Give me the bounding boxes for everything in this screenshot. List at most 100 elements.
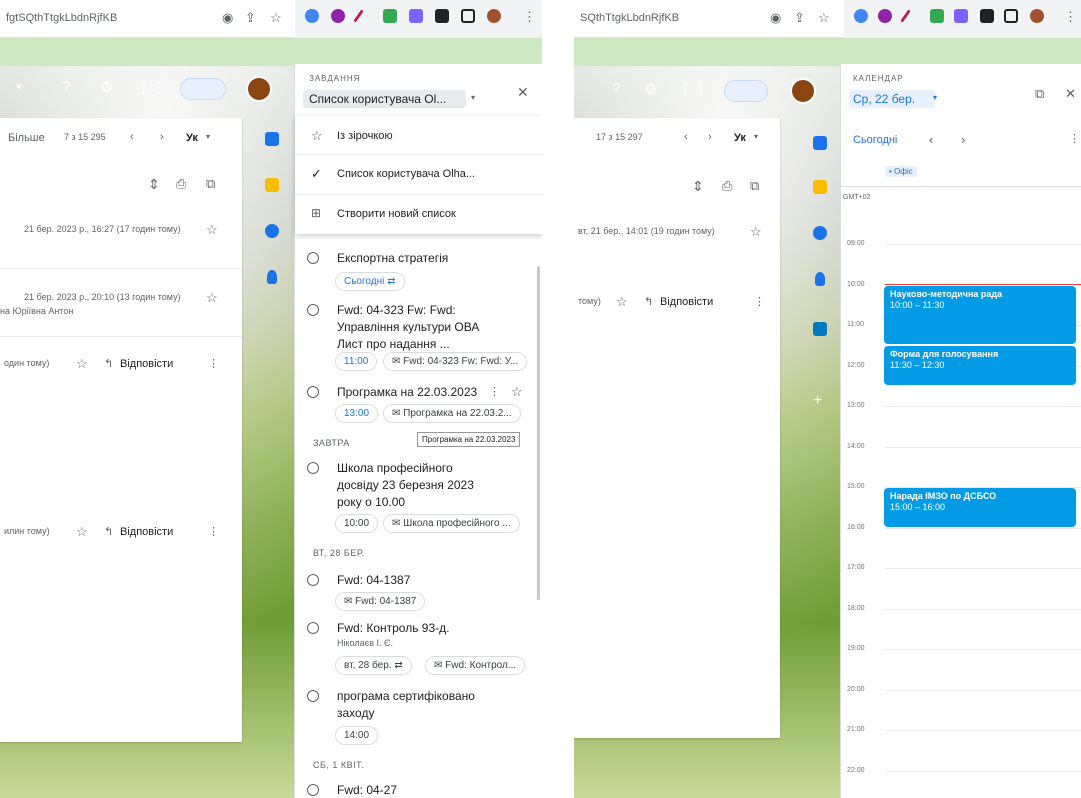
extension-purple-icon[interactable] (331, 9, 345, 23)
reply-button[interactable]: Відповісти (120, 358, 173, 370)
menu-item-starred[interactable]: Із зірочкою (337, 130, 393, 142)
calendar-event[interactable]: Науково-методична рада 10:00 – 11:30 (884, 285, 1076, 345)
complete-checkbox[interactable] (307, 622, 319, 634)
time-chip[interactable]: 11:00 (335, 352, 378, 371)
sidepanel-icon[interactable] (461, 9, 475, 23)
email-chip[interactable]: ✉ Програмка на 22.03.2... (383, 404, 521, 423)
extension-pen-icon[interactable] (900, 9, 911, 23)
extension-purple-icon[interactable] (878, 9, 892, 23)
email-star-icon[interactable]: ☆ (616, 294, 628, 310)
star-icon[interactable]: ☆ (270, 10, 282, 26)
apps-grid-icon[interactable]: ⋮⋮ (136, 78, 166, 96)
add-addon-icon[interactable]: + (813, 392, 822, 410)
language-select[interactable]: Ук (734, 132, 746, 144)
email-star-icon[interactable]: ☆ (206, 222, 218, 238)
extension-gear-icon[interactable] (305, 9, 319, 23)
date-chip[interactable]: вт, 28 бер. ⇄ (335, 656, 412, 675)
open-calendar-icon[interactable]: ⧉ (1035, 86, 1044, 102)
complete-checkbox[interactable] (307, 462, 319, 474)
contacts-icon[interactable] (267, 270, 277, 284)
open-new-window-icon[interactable]: ⧉ (206, 176, 215, 192)
contacts-icon[interactable] (815, 272, 825, 286)
share-icon[interactable]: ⇪ (245, 10, 256, 26)
close-icon[interactable]: ✕ (1065, 86, 1076, 102)
more-label[interactable]: Більше (8, 132, 45, 144)
time-chip[interactable]: 14:00 (335, 726, 379, 745)
apps-grid-icon[interactable]: ⋮⋮ (678, 80, 708, 98)
print-icon[interactable]: ⎙ (176, 176, 186, 192)
complete-checkbox[interactable] (307, 252, 319, 264)
tasks-icon[interactable] (265, 224, 279, 238)
address-bar[interactable]: fgtSQthTtgkLbdnRjfKB ◉ ⇪ ☆ (0, 0, 295, 38)
eye-icon[interactable]: ◉ (222, 10, 233, 26)
complete-checkbox[interactable] (307, 304, 319, 316)
org-logo[interactable] (724, 80, 768, 102)
scrollbar[interactable] (537, 266, 540, 600)
email-star-icon[interactable]: ☆ (750, 224, 762, 240)
settings-icon[interactable]: ⚙ (644, 80, 657, 98)
reply-icon[interactable]: ↰ (104, 357, 113, 370)
prev-icon[interactable]: ‹ (130, 131, 134, 143)
org-logo[interactable] (180, 78, 226, 100)
extension-green-icon[interactable] (383, 9, 397, 23)
more-options-icon[interactable]: ⋮ (208, 525, 219, 538)
date-chip[interactable]: Сьогодні ⇄ (335, 272, 405, 291)
time-chip[interactable]: 13:00 (335, 404, 379, 423)
tasks-icon[interactable] (813, 226, 827, 240)
complete-checkbox[interactable] (307, 386, 319, 398)
email-chip[interactable]: ✉ Fwd: Контрол... (425, 656, 526, 675)
calendar-date-select[interactable]: Ср, 22 бер. (849, 90, 936, 108)
extension-gear-icon[interactable] (854, 9, 868, 23)
reply-icon[interactable]: ↰ (644, 295, 653, 308)
keep-icon[interactable] (265, 178, 279, 192)
keep-icon[interactable] (813, 180, 827, 194)
time-chip[interactable]: 10:00 (335, 514, 379, 533)
complete-checkbox[interactable] (307, 690, 319, 702)
avatar[interactable] (246, 76, 272, 102)
puzzle-icon[interactable] (980, 9, 994, 23)
complete-checkbox[interactable] (307, 784, 319, 796)
language-select[interactable]: Ук (186, 132, 198, 144)
more-options-icon[interactable]: ⋮ (208, 357, 219, 370)
expand-icon[interactable]: ⇕ (692, 178, 704, 195)
calendar-event[interactable]: Форма для голосування 11:30 – 12:30 (884, 346, 1076, 385)
calendar-icon[interactable] (265, 132, 279, 146)
settings-icon[interactable]: ⚙ (100, 78, 113, 96)
puzzle-icon[interactable] (435, 9, 449, 23)
trello-icon[interactable] (813, 322, 827, 336)
email-star-icon[interactable]: ☆ (76, 356, 88, 372)
email-star-icon[interactable]: ☆ (76, 524, 88, 540)
menu-item-new-list[interactable]: Створити новий список (337, 208, 456, 220)
next-icon[interactable]: › (160, 131, 164, 143)
email-chip[interactable]: ✉ Fwd: 04-1387 (335, 592, 426, 611)
help-icon[interactable]: ? (612, 80, 620, 97)
menu-dots-icon[interactable]: ⋮ (1064, 9, 1077, 25)
open-new-window-icon[interactable]: ⧉ (750, 178, 759, 194)
help-icon[interactable]: ? (62, 78, 70, 95)
calendar-grid[interactable]: 09:00 10:00 11:00 12:00 13:00 14:00 15:00 16:00… (841, 120, 1081, 798)
star-icon[interactable]: ☆ (818, 10, 830, 26)
profile-avatar-icon[interactable] (487, 9, 501, 23)
extension-blue-icon[interactable] (409, 9, 423, 23)
prev-icon[interactable]: ‹ (684, 131, 688, 143)
profile-avatar-icon[interactable] (1030, 9, 1044, 23)
extension-pen-icon[interactable] (353, 9, 364, 23)
reply-button[interactable]: Відповісти (120, 526, 173, 538)
extension-green-icon[interactable] (930, 9, 944, 23)
more-options-icon[interactable]: ⋮ (754, 295, 765, 308)
task-list-select[interactable]: Список користувача Ol... (303, 90, 467, 108)
menu-dots-icon[interactable]: ⋮ (523, 9, 536, 25)
close-icon[interactable]: ✕ (517, 84, 529, 101)
sidepanel-icon[interactable] (1004, 9, 1018, 23)
reply-button[interactable]: Відповісти (660, 296, 713, 308)
task-star-icon[interactable]: ☆ (511, 384, 523, 400)
avatar[interactable] (790, 78, 816, 104)
menu-item-list[interactable]: Список користувача Olha... (337, 168, 475, 180)
extension-blue-icon[interactable] (954, 9, 968, 23)
email-star-icon[interactable]: ☆ (206, 290, 218, 306)
print-icon[interactable]: ⎙ (722, 178, 732, 194)
expand-icon[interactable]: ⇕ (148, 176, 160, 193)
next-icon[interactable]: › (708, 131, 712, 143)
calendar-event[interactable]: Нарада ІМЗО по ДСБСО 15:00 – 16:00 (884, 488, 1076, 527)
eye-icon[interactable]: ◉ (770, 10, 781, 26)
